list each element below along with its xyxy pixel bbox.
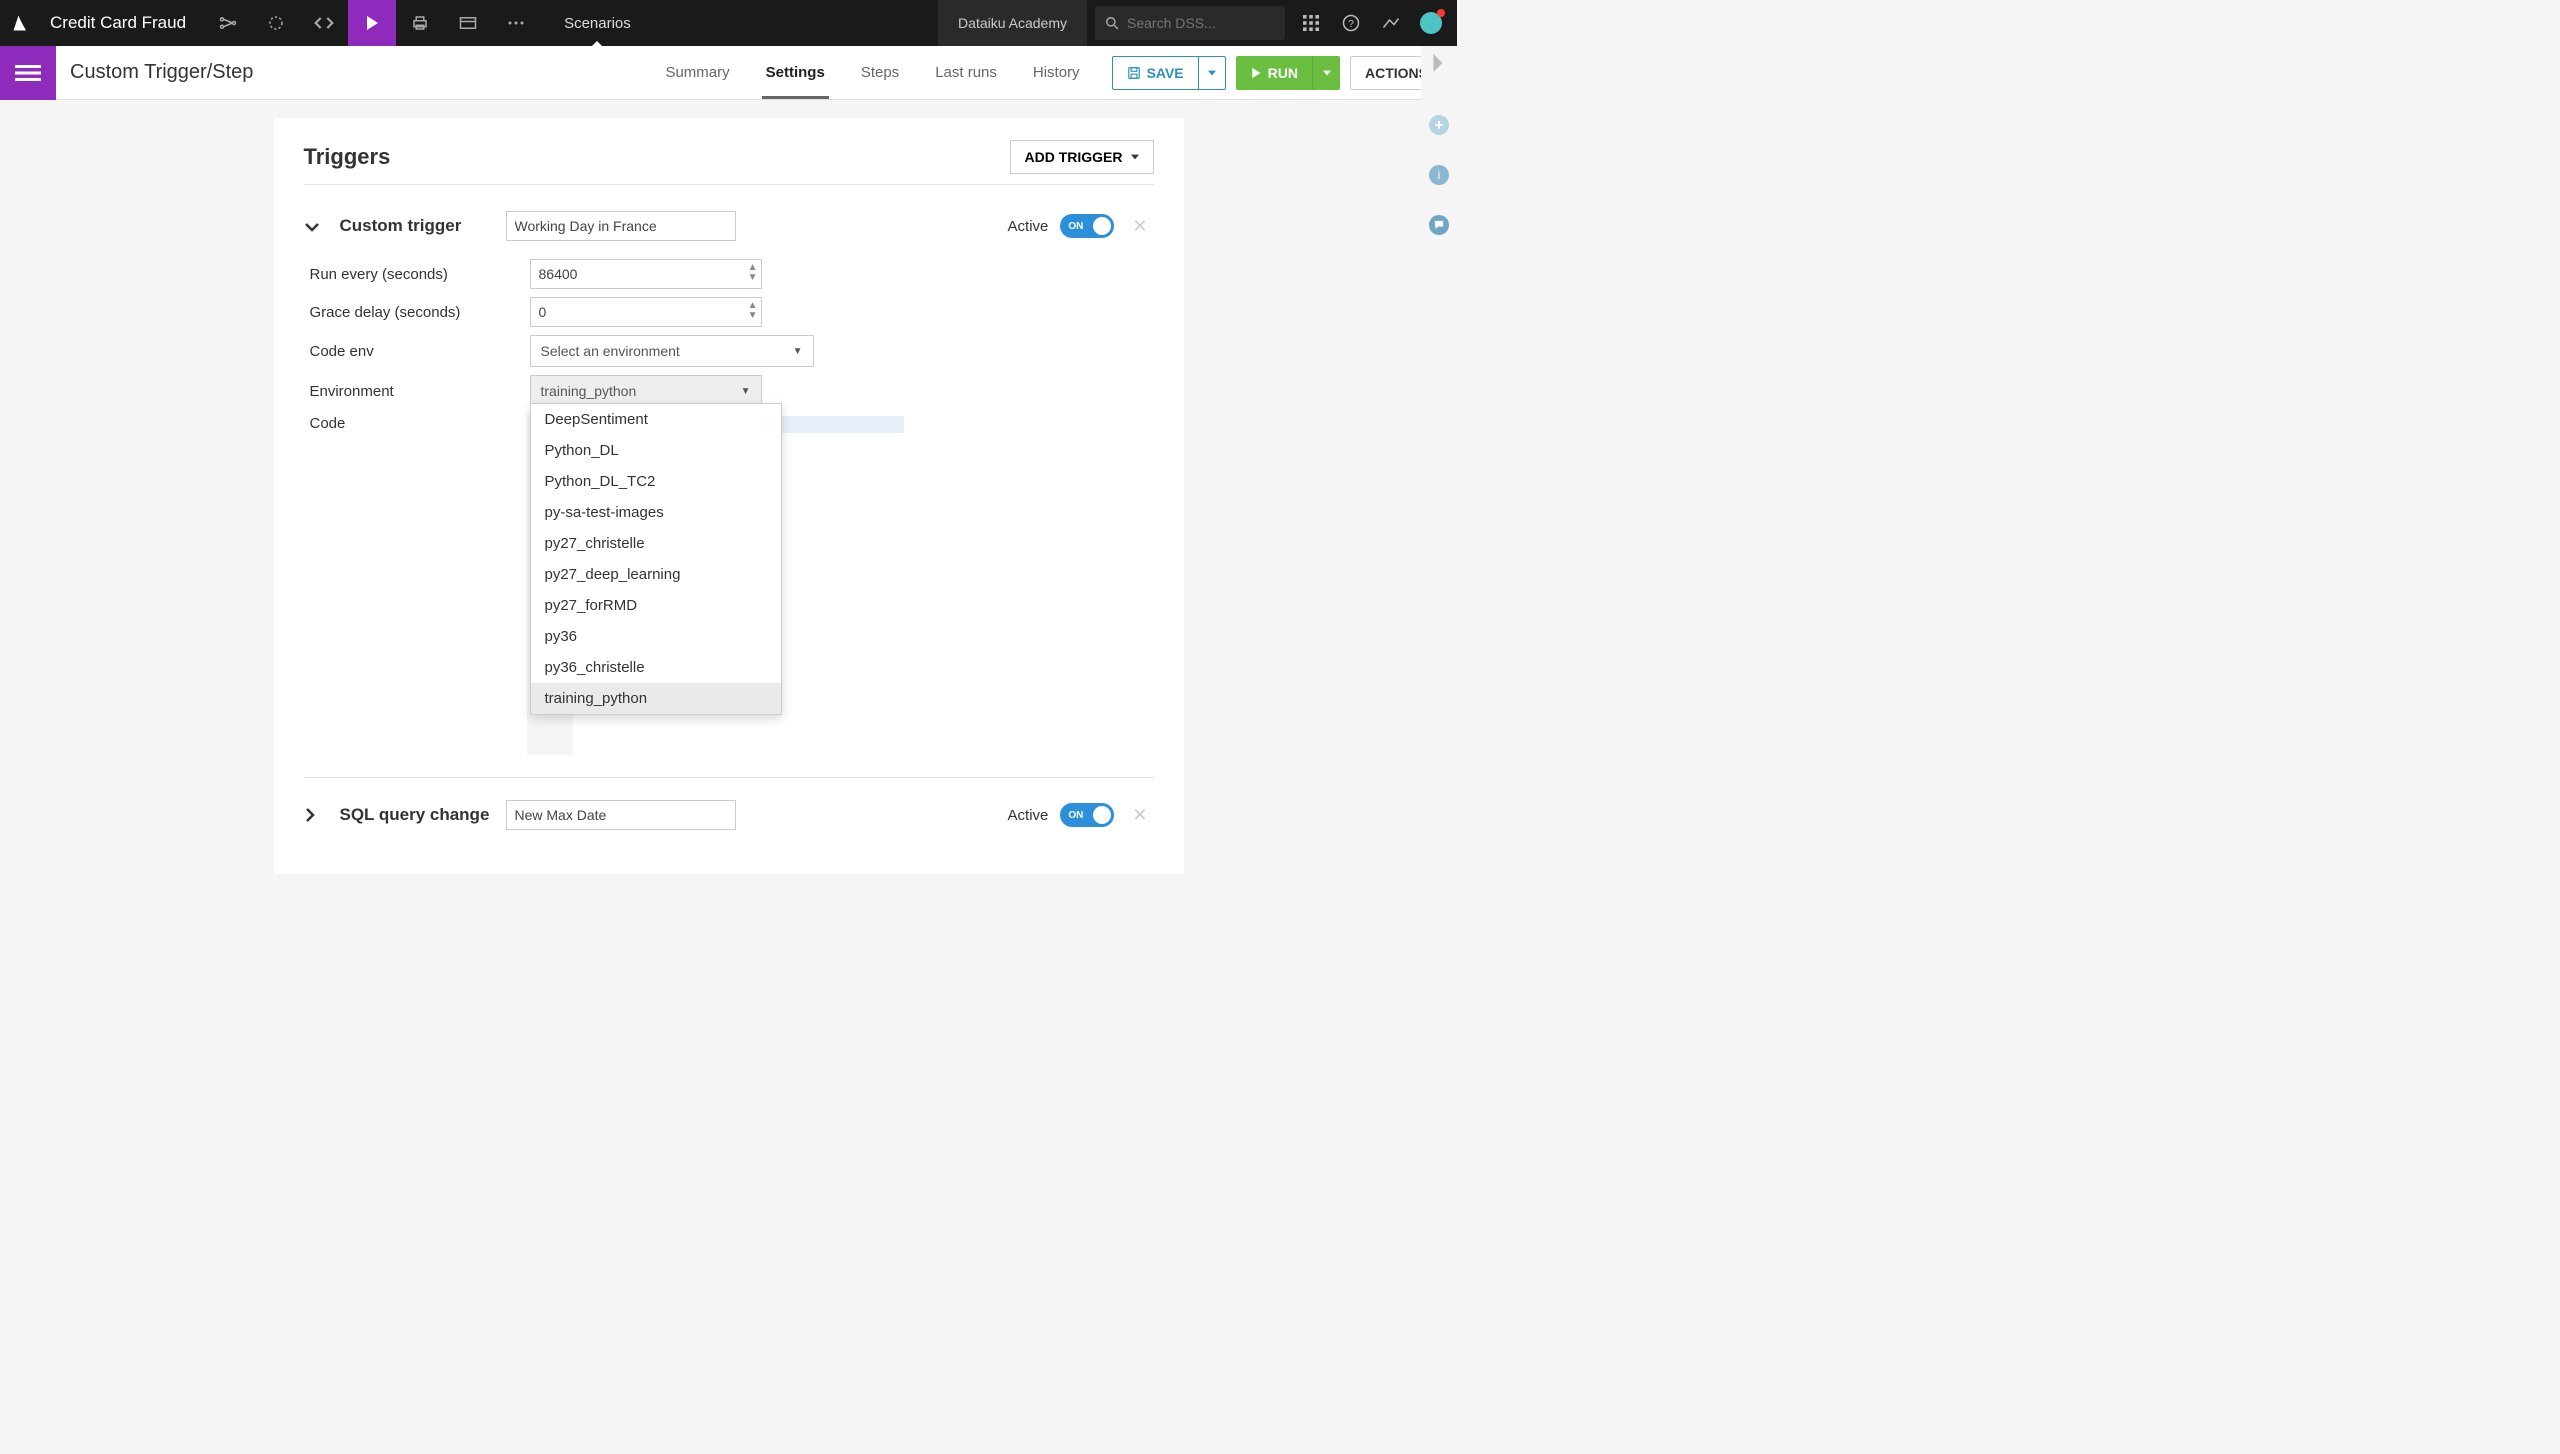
tab-summary[interactable]: Summary <box>647 46 747 99</box>
search-box[interactable] <box>1095 6 1285 40</box>
environment-dropdown: DeepSentimentPython_DLPython_DL_TC2py-sa… <box>530 403 782 715</box>
caret-down-icon: ▼ <box>741 386 751 397</box>
dropdown-item[interactable]: py27_forRMD <box>531 590 781 621</box>
print-icon[interactable] <box>396 0 444 46</box>
trigger-name-input[interactable] <box>506 800 736 830</box>
tab-settings[interactable]: Settings <box>748 46 843 99</box>
activity-icon[interactable] <box>1373 0 1409 46</box>
collapse-rail-icon[interactable] <box>1432 54 1446 77</box>
run-button[interactable]: RUN <box>1236 56 1312 90</box>
active-toggle[interactable]: ON <box>1060 803 1114 827</box>
rail-info-icon[interactable]: i <box>1429 165 1449 185</box>
dropdown-item[interactable]: py27_christelle <box>531 528 781 559</box>
apps-grid-icon[interactable] <box>1293 0 1329 46</box>
dropdown-item[interactable]: py-sa-test-images <box>531 497 781 528</box>
scenario-list-icon[interactable] <box>0 46 56 100</box>
run-every-input[interactable] <box>530 259 762 289</box>
user-avatar[interactable] <box>1413 0 1449 46</box>
svg-text:?: ? <box>1348 18 1354 30</box>
tab-scenarios[interactable]: Scenarios <box>540 0 655 46</box>
help-icon[interactable]: ? <box>1333 0 1369 46</box>
caret-down-icon <box>1323 70 1331 76</box>
code-icon[interactable] <box>300 0 348 46</box>
trigger-row-sql: SQL query change Active ON ✕ <box>304 792 1154 844</box>
trigger-name: SQL query change <box>304 805 490 825</box>
save-button[interactable]: SAVE <box>1112 56 1198 90</box>
number-spinner-icon[interactable]: ▲▼ <box>748 263 758 283</box>
save-disk-icon <box>1127 66 1141 80</box>
play-icon <box>1250 67 1262 79</box>
code-env-select[interactable]: Select an environment ▼ <box>530 335 814 367</box>
trigger-name: Custom trigger <box>304 216 490 236</box>
search-input[interactable] <box>1127 15 1267 31</box>
recipe-icon[interactable] <box>252 0 300 46</box>
chevron-right-icon[interactable] <box>304 807 316 828</box>
project-name[interactable]: Credit Card Fraud <box>42 13 204 33</box>
number-spinner-icon[interactable]: ▲▼ <box>748 301 758 321</box>
trigger-row-custom: Custom trigger Active ON ✕ <box>304 203 1154 255</box>
triggers-title: Triggers <box>304 144 391 170</box>
more-icon[interactable] <box>492 0 540 46</box>
caret-down-icon: ▼ <box>793 346 803 357</box>
environment-label: Environment <box>304 383 514 400</box>
top-bar: Credit Card Fraud Scenarios Dataiku Acad… <box>0 0 1457 46</box>
active-toggle[interactable]: ON <box>1060 214 1114 238</box>
run-play-icon[interactable] <box>348 0 396 46</box>
sub-header: Custom Trigger/Step Summary Settings Ste… <box>0 46 1457 100</box>
dropdown-item[interactable]: Python_DL <box>531 435 781 466</box>
tab-last-runs[interactable]: Last runs <box>917 46 1015 99</box>
grace-delay-label: Grace delay (seconds) <box>304 304 514 321</box>
code-label: Code <box>304 415 511 432</box>
add-trigger-button[interactable]: ADD TRIGGER <box>1010 140 1154 174</box>
run-every-label: Run every (seconds) <box>304 266 514 283</box>
active-label: Active <box>1008 218 1049 235</box>
dropdown-item[interactable]: py27_deep_learning <box>531 559 781 590</box>
tab-history[interactable]: History <box>1015 46 1098 99</box>
grace-delay-input[interactable] <box>530 297 762 327</box>
caret-down-icon <box>1131 154 1139 160</box>
dropdown-item[interactable]: training_python <box>531 683 781 714</box>
caret-down-icon <box>1208 70 1216 76</box>
page-title: Custom Trigger/Step <box>56 61 253 84</box>
dropdown-item[interactable]: py36 <box>531 621 781 652</box>
trigger-name-input[interactable] <box>506 211 736 241</box>
table-icon[interactable] <box>444 0 492 46</box>
dataiku-logo-icon[interactable] <box>0 13 42 33</box>
right-rail: i <box>1421 46 1457 235</box>
dropdown-item[interactable]: Python_DL_TC2 <box>531 466 781 497</box>
rail-chat-icon[interactable] <box>1429 215 1449 235</box>
notification-dot-icon <box>1437 9 1445 17</box>
active-label: Active <box>1008 807 1049 824</box>
triggers-panel: Triggers ADD TRIGGER Custom trigger Acti… <box>274 118 1184 874</box>
search-icon <box>1105 16 1119 30</box>
rail-add-icon[interactable] <box>1429 115 1449 135</box>
run-dropdown-button[interactable] <box>1312 56 1340 90</box>
academy-label[interactable]: Dataiku Academy <box>938 0 1087 46</box>
dropdown-item[interactable]: py36_christelle <box>531 652 781 683</box>
code-env-label: Code env <box>304 343 514 360</box>
chevron-down-icon[interactable] <box>304 218 320 238</box>
save-dropdown-button[interactable] <box>1198 56 1226 90</box>
tab-steps[interactable]: Steps <box>843 46 917 99</box>
dropdown-item[interactable]: DeepSentiment <box>531 404 781 435</box>
remove-trigger-icon[interactable]: ✕ <box>1126 805 1153 826</box>
flow-icon[interactable] <box>204 0 252 46</box>
remove-trigger-icon[interactable]: ✕ <box>1126 216 1153 237</box>
